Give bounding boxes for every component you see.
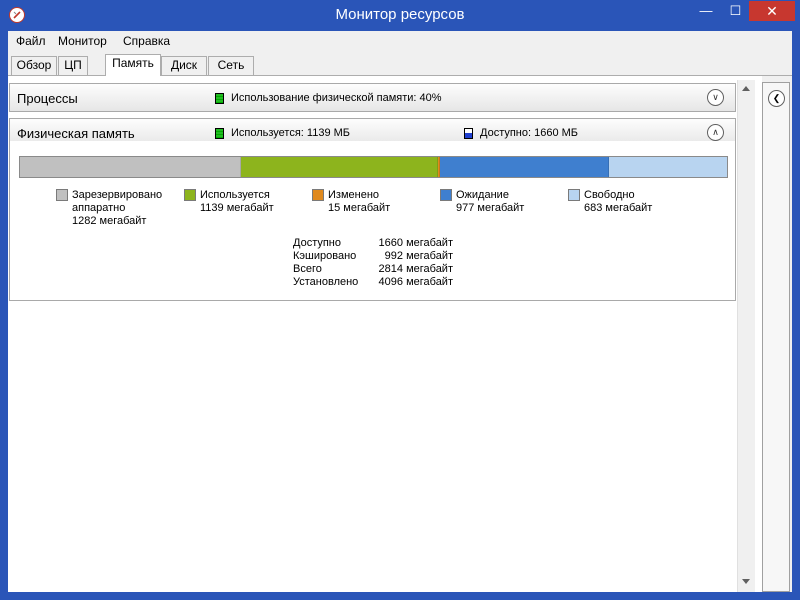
legend-free-swatch [568,189,580,201]
maximize-button[interactable]: ☐ [722,1,749,21]
stat-available: Доступно 1660 мегабайт [293,237,463,250]
menu-help[interactable]: Справка [123,34,170,48]
physical-usage-icon [215,93,224,104]
physical-usage-text: Использование физической памяти: 40% [231,92,442,104]
tab-strip: Обзор ЦП Память Диск Сеть [8,54,792,76]
memory-stats: Доступно 1660 мегабайт Кэшировано 992 мега… [293,237,463,289]
legend-standby-value: 977 мегабайт [456,202,525,214]
memory-bar-free [609,157,727,177]
memory-bar-standby [440,157,610,177]
tab-network[interactable]: Сеть [208,56,254,75]
legend-standby-swatch [440,189,452,201]
legend-reserved-label: Зарезервировано [72,189,163,201]
processes-header[interactable]: Процессы Использование физической памяти… [9,83,736,112]
stat-available-value: 1660 мегабайт [378,237,453,249]
legend-free-label: Свободно [584,189,635,201]
stat-installed-label: Установлено [293,276,359,288]
legend-modified-swatch [312,189,324,201]
available-memory-text: Доступно: 1660 МБ [480,127,579,139]
window-title: Монитор ресурсов [335,6,465,23]
memory-bar-in-use [241,157,438,177]
expand-processes-button[interactable]: ∨ [707,89,724,106]
used-memory-icon [215,128,224,139]
physical-memory-title: Физическая память [17,126,135,141]
memory-content: Процессы Использование физической памяти… [8,76,762,592]
stat-cached-value: 992 мегабайт [384,250,453,262]
legend-in-use-swatch [184,189,196,201]
legend-in-use-label: Используется [200,189,270,201]
stat-total: Всего 2814 мегабайт [293,263,463,276]
stat-installed: Установлено 4096 мегабайт [293,276,463,289]
minimize-button[interactable]: — [691,1,721,21]
chevron-down-icon: ∨ [712,92,719,102]
menu-bar: Файл Монитор Справка [8,31,792,52]
collapse-physical-memory-button[interactable]: ∧ [707,124,724,141]
show-side-pane-button[interactable]: ❮ [768,90,785,107]
processes-title: Процессы [17,91,78,106]
menu-file[interactable]: Файл [16,34,46,48]
window-client: Файл Монитор Справка Обзор ЦП Память Дис… [8,31,792,592]
stat-available-label: Доступно [293,237,342,249]
title-bar: Монитор ресурсов — ☐ ✕ [0,0,800,31]
menu-monitor[interactable]: Монитор [58,34,107,48]
legend-in-use-value: 1139 мегабайт [200,202,274,214]
stat-total-value: 2814 мегабайт [378,263,453,275]
chevron-left-icon: ❮ [772,93,781,103]
tab-memory[interactable]: Память [105,54,161,76]
vertical-scrollbar[interactable] [737,80,755,592]
available-memory-icon [464,128,473,139]
legend-modified-label: Изменено [328,189,380,201]
close-button[interactable]: ✕ [749,1,795,21]
chevron-up-icon: ∧ [712,127,719,137]
tab-disk[interactable]: Диск [161,56,207,75]
physical-memory-panel: Зарезервировано аппаратно 1282 мегабайт Ис… [9,141,736,301]
stat-installed-value: 4096 мегабайт [378,276,453,288]
legend-standby-label: Ожидание [456,189,509,201]
memory-usage-bar [19,156,728,178]
legend-reserved-value: 1282 мегабайт [72,215,147,227]
scroll-down-icon[interactable] [742,579,750,584]
legend-reserved-label2: аппаратно [72,202,126,214]
stat-cached-label: Кэшировано [293,250,357,262]
legend-modified-value: 15 мегабайт [328,202,391,214]
used-memory-text: Используется: 1139 МБ [231,127,351,139]
stat-total-label: Всего [293,263,322,275]
tab-cpu[interactable]: ЦП [58,56,88,75]
memory-bar-hardware-reserved [20,157,242,177]
stat-cached: Кэшировано 992 мегабайт [293,250,463,263]
tab-overview[interactable]: Обзор [11,56,57,75]
side-pane-frame: ❮ [762,82,790,592]
side-pane: ❮ [762,76,792,592]
scroll-up-icon[interactable] [742,86,750,91]
legend-free-value: 683 мегабайт [584,202,653,214]
legend-reserved-swatch [56,189,68,201]
